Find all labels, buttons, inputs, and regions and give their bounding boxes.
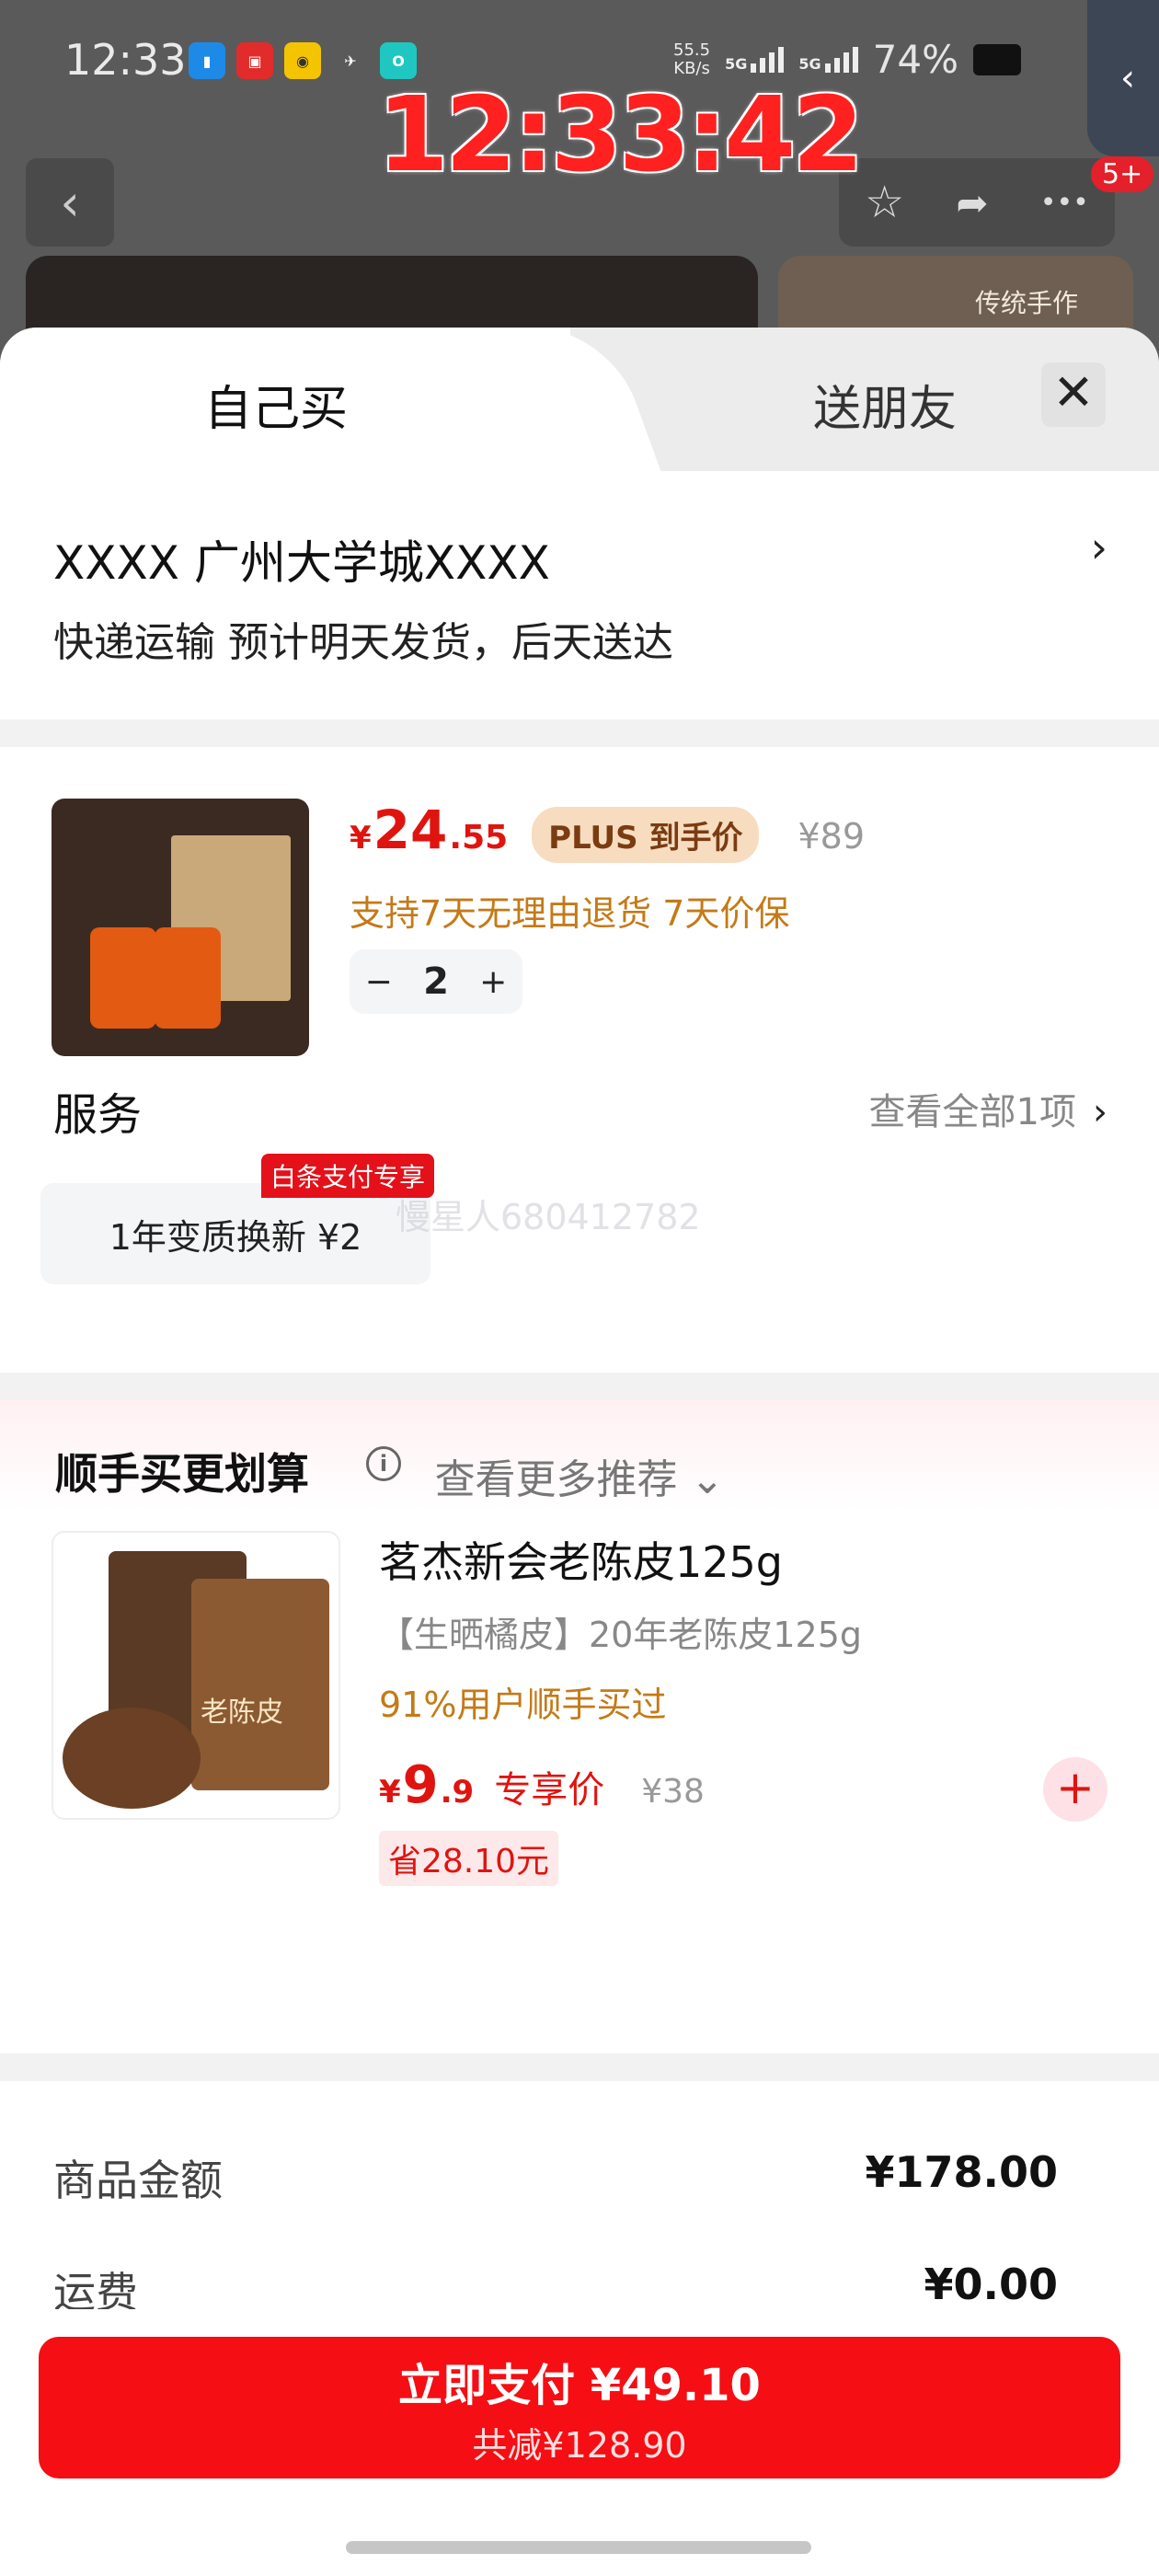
divider <box>0 719 1159 747</box>
signal-icon: 5G <box>798 46 858 73</box>
exclusive-price-label: 专享价 <box>494 1769 605 1811</box>
address-section[interactable]: XXXX 广州大学城XXXX › 快递运输 预计明天发货，后天送达 <box>0 471 1159 719</box>
original-price: ¥89 <box>798 816 866 857</box>
price-integer: 9 <box>402 1755 439 1815</box>
pay-bar: 立即支付 ¥49.10 共减¥128.90 <box>0 2309 1159 2576</box>
purchase-tabs: 自己买 送朋友 ✕ <box>0 328 1159 471</box>
signal-label: 5G <box>798 54 821 73</box>
divider <box>0 2053 1159 2081</box>
app-notification-icon: ✈ <box>344 52 357 70</box>
decrease-button[interactable]: − <box>365 963 393 1001</box>
notification-badge: 5+ <box>1091 156 1154 192</box>
app-notification-icon: ◉ <box>284 42 321 79</box>
pay-now-button[interactable]: 立即支付 ¥49.10 共减¥128.90 <box>39 2337 1120 2478</box>
view-all-label: 查看全部1项 <box>868 1091 1076 1133</box>
battery-icon <box>973 43 1021 75</box>
view-all-services[interactable]: 查看全部1项 › <box>869 1082 1107 1135</box>
close-button[interactable]: ✕ <box>1041 362 1106 427</box>
battery-percent: 74% <box>872 37 958 82</box>
home-indicator[interactable] <box>346 2541 811 2554</box>
plus-price-badge: PLUS 到手价 <box>532 807 760 863</box>
delivery-address: XXXX 广州大学城XXXX <box>53 536 550 590</box>
chevron-right-icon: › <box>1090 523 1107 572</box>
plus-icon: + <box>1056 1761 1095 1814</box>
signal-label: 5G <box>725 54 748 73</box>
recommended-product-bought: 91%用户顺手买过 <box>379 1685 667 1725</box>
watermark: 慢星人680412782 <box>396 1197 701 1237</box>
goods-amount-label: 商品金额 <box>53 2156 223 2205</box>
total-discount: 共减¥128.90 <box>472 2424 687 2466</box>
service-option-label: 1年变质换新 ¥2 <box>109 1216 362 1258</box>
recommended-product-subtitle: 【生晒橘皮】20年老陈皮125g <box>379 1615 863 1655</box>
network-speed-value: 55.5 <box>673 40 711 60</box>
status-time: 12:33 <box>64 35 187 85</box>
tab-self-buy-label[interactable]: 自己买 <box>204 370 348 439</box>
price-symbol: ¥ <box>350 820 372 857</box>
recommended-product-image[interactable]: 老陈皮 <box>52 1531 340 1820</box>
product-image[interactable] <box>52 799 309 1056</box>
signal-icon: 5G <box>725 46 785 73</box>
product-image-label: 老陈皮 <box>201 1696 283 1729</box>
checkout-sheet: 自己买 送朋友 ✕ XXXX 广州大学城XXXX › 快递运输 预计明天发货，后… <box>0 328 1159 2576</box>
app-notification-icon: O <box>380 42 417 79</box>
share-icon[interactable]: ➦ <box>956 180 988 225</box>
return-policy: 支持7天无理由退货 7天价保 <box>350 893 790 934</box>
divider <box>0 1373 1159 1400</box>
delivery-estimate: 快递运输 预计明天发货，后天送达 <box>53 619 673 666</box>
hero-label: 传统手作 <box>974 288 1078 318</box>
goods-amount-value: ¥178.00 <box>865 2147 1058 2197</box>
clock-overlay: 12:33:42 <box>377 75 864 195</box>
shipping-value: ¥0.00 <box>924 2260 1058 2309</box>
nav-actions: ☆ ➦ ••• <box>839 158 1115 247</box>
price-integer: 24 <box>373 799 448 861</box>
back-button[interactable]: ‹ <box>26 158 114 247</box>
status-app-icons: ▮ ▣ ◉ ✈ O <box>189 42 417 79</box>
back-icon: ‹ <box>60 173 80 232</box>
tab-gift-friend[interactable]: 送朋友 <box>813 370 957 439</box>
product-section: ¥ 24 .55 PLUS 到手价 ¥89 支持7天无理由退货 7天价保 − 2… <box>0 747 1159 1373</box>
pay-now-label: 立即支付 ¥49.10 <box>398 2359 761 2411</box>
recommended-product-price: ¥ 9 .9 专享价 ¥38 <box>379 1755 705 1815</box>
price-decimal: .9 <box>440 1774 475 1811</box>
more-icon[interactable]: ••• <box>1040 187 1089 219</box>
favorite-star-icon[interactable]: ☆ <box>865 177 904 228</box>
service-option-card[interactable]: 1年变质换新 ¥2 <box>40 1183 430 1284</box>
chevron-right-icon: › <box>1093 1091 1107 1133</box>
original-price: ¥38 <box>641 1773 705 1811</box>
network-speed: 55.5 KB/s <box>673 40 711 78</box>
increase-button[interactable]: + <box>479 963 507 1001</box>
side-chevron-left-icon[interactable]: ‹ <box>1087 0 1159 156</box>
quantity-stepper: − 2 + <box>350 949 522 1014</box>
app-notification-icon: ▣ <box>236 42 273 79</box>
view-more-recommendations[interactable]: 查看更多推荐 ⌄ <box>0 1446 1159 1505</box>
price-symbol: ¥ <box>379 1774 401 1811</box>
app-notification-icon: ▮ <box>189 42 225 79</box>
quantity-value[interactable]: 2 <box>423 960 449 1003</box>
service-title: 服务 <box>53 1089 143 1141</box>
recommended-product-name[interactable]: 茗杰新会老陈皮125g <box>379 1529 783 1590</box>
product-price: ¥ 24 .55 PLUS 到手价 ¥89 <box>350 799 865 863</box>
savings-badge: 省28.10元 <box>379 1831 559 1886</box>
add-to-order-button[interactable]: + <box>1043 1757 1107 1822</box>
price-decimal: .55 <box>449 819 509 857</box>
close-icon: ✕ <box>1052 363 1095 421</box>
